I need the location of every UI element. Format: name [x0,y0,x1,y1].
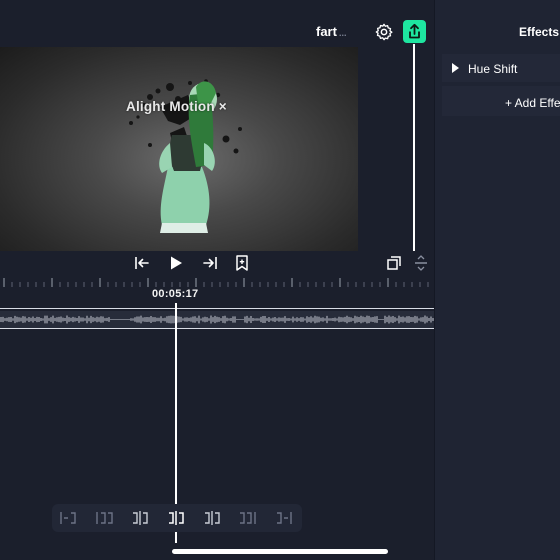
audio-track-clip[interactable] [0,311,434,328]
skip-to-start-icon[interactable] [133,254,151,272]
align-right-icon[interactable] [236,510,258,526]
project-title-text: fart [316,24,337,39]
align-left-icon[interactable] [94,510,116,526]
expand-triangle-icon[interactable] [452,63,459,73]
preview-canvas[interactable]: Alight Motion × [0,47,358,251]
skip-to-end-icon[interactable] [201,254,219,272]
effects-panel [434,0,560,560]
align-toolbar [52,504,302,532]
track-border-bottom [0,328,434,329]
align-center-icon[interactable] [165,510,187,526]
home-indicator[interactable] [172,549,388,554]
add-effect-label: + Add Effect [505,96,560,110]
align-left-edge-icon[interactable] [58,510,80,526]
audio-waveform [0,315,434,324]
split-handle-icon[interactable] [412,254,430,272]
align-center-right-icon[interactable] [201,510,223,526]
track-border-top [0,308,434,309]
play-icon[interactable] [167,254,185,272]
export-button[interactable] [403,20,426,43]
align-right-edge-icon[interactable] [272,510,294,526]
align-center-left-icon[interactable] [129,510,151,526]
export-guide-line [413,44,415,251]
watermark[interactable]: Alight Motion × [126,99,227,114]
effect-item-label: Hue Shift [468,62,518,76]
project-title-ellipsis: ... [338,28,347,38]
top-bar: fart... [0,0,434,44]
effects-panel-title: Effects [519,25,560,39]
layers-copy-icon[interactable] [385,254,403,272]
share-export-icon [409,23,420,39]
timeline-ruler[interactable] [0,276,434,290]
bookmark-add-icon[interactable] [233,254,251,272]
character-figure [129,79,242,233]
project-title[interactable]: fart... [316,24,346,39]
timecode: 00:05:17 [152,288,199,300]
gear-icon[interactable] [374,22,394,42]
